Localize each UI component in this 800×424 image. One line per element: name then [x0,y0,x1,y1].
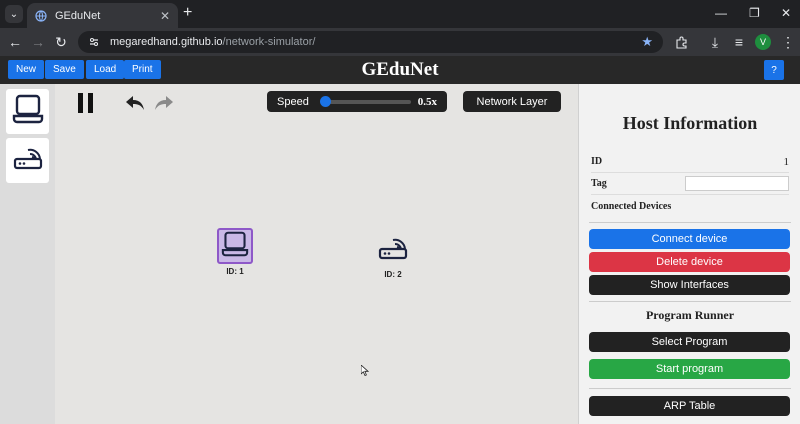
network-layer-button[interactable]: Network Layer [463,91,561,112]
browser-tabstrip: ⌄ GEduNet ✕ + — ❐ ✕ [0,0,800,28]
bookmark-star-icon[interactable]: ★ [641,34,653,50]
browser-menu-icon[interactable]: ⋮ [779,33,797,51]
redo-button[interactable] [154,95,174,116]
program-runner-title: Program Runner [645,308,735,322]
tab-close-icon[interactable]: ✕ [160,9,170,23]
forward-icon[interactable]: → [29,33,47,51]
back-icon[interactable]: ← [6,33,24,51]
redo-icon [154,95,174,116]
speed-control: Speed 0.5x [267,91,447,112]
load-button[interactable]: Load [86,60,125,79]
canvas-node-router[interactable]: ID: 2 [377,234,409,279]
info-panel: Host Information ID 1 Tag Connected Devi… [578,84,800,424]
select-program-button[interactable]: Select Program [589,332,790,352]
save-button[interactable]: Save [45,60,84,79]
speed-value: 0.5x [417,95,437,108]
tag-row: Tag [591,173,789,195]
divider [589,388,791,389]
host-icon [221,231,249,262]
arp-table-button[interactable]: ARP Table [589,396,790,416]
print-button[interactable]: Print [124,60,161,79]
browser-toolbar: ← → ↻ megaredhand.github.io/network-simu… [0,28,800,56]
speed-slider-knob[interactable] [320,95,331,107]
router-icon [12,144,44,177]
device-palette [0,84,55,424]
palette-router[interactable] [6,138,49,183]
id-row: ID 1 [591,151,789,173]
speed-label: Speed [277,95,309,108]
reload-icon[interactable]: ↻ [52,33,70,51]
restore-icon[interactable]: ❐ [749,6,760,20]
help-button[interactable]: ? [764,60,784,80]
palette-host[interactable] [6,89,49,134]
globe-icon [35,9,47,22]
panel-title: Host Information [622,113,758,133]
window-close-icon[interactable]: ✕ [781,6,791,20]
connected-devices-label: Connected Devices [591,200,672,212]
network-canvas[interactable]: Speed 0.5x Network Layer ID: 1 ID: 2 [55,84,578,424]
node-label: ID: 2 [384,270,402,279]
show-interfaces-button[interactable]: Show Interfaces [589,275,790,295]
site-info-icon[interactable] [88,36,100,48]
undo-button[interactable] [125,95,145,116]
router-icon [377,234,409,267]
extensions-icon[interactable] [672,33,690,51]
connected-devices-row: Connected Devices [591,195,789,217]
profile-avatar[interactable]: V [755,34,771,50]
delete-device-button[interactable]: Delete device [589,252,790,272]
speed-slider[interactable] [320,95,411,107]
host-icon [12,94,44,129]
undo-icon [125,95,145,116]
divider [589,222,791,223]
new-tab-button[interactable]: + [183,5,192,21]
minimize-icon[interactable]: — [715,6,727,20]
tag-input[interactable] [685,176,789,191]
url-text: megaredhand.github.io/network-simulator/ [110,36,641,48]
id-label: ID [591,156,603,167]
download-icon[interactable]: ⤓ [706,33,724,51]
browser-tab[interactable]: GEduNet ✕ [27,3,178,28]
tab-title: GEduNet [55,9,101,22]
pause-button[interactable] [77,93,95,118]
connect-device-button[interactable]: Connect device [589,229,790,249]
tag-label: Tag [591,178,607,189]
id-value: 1 [783,155,790,168]
mouse-cursor-icon [360,363,370,381]
tab-search-button[interactable]: ⌄ [5,5,23,23]
canvas-node-host[interactable]: ID: 1 [217,228,253,276]
address-bar[interactable]: megaredhand.github.io/network-simulator/… [78,31,663,53]
node-label: ID: 1 [226,267,244,276]
url-host: megaredhand.github.io [110,36,223,48]
url-path: /network-simulator/ [222,36,316,48]
media-icon[interactable]: ≡ [730,33,748,51]
app-header: GEduNet New Save Load Print ? [0,56,800,84]
divider [589,301,791,302]
start-program-button[interactable]: Start program [589,359,790,379]
pause-icon [77,93,95,118]
new-button[interactable]: New [8,60,45,79]
node-selection-highlight [217,228,253,264]
